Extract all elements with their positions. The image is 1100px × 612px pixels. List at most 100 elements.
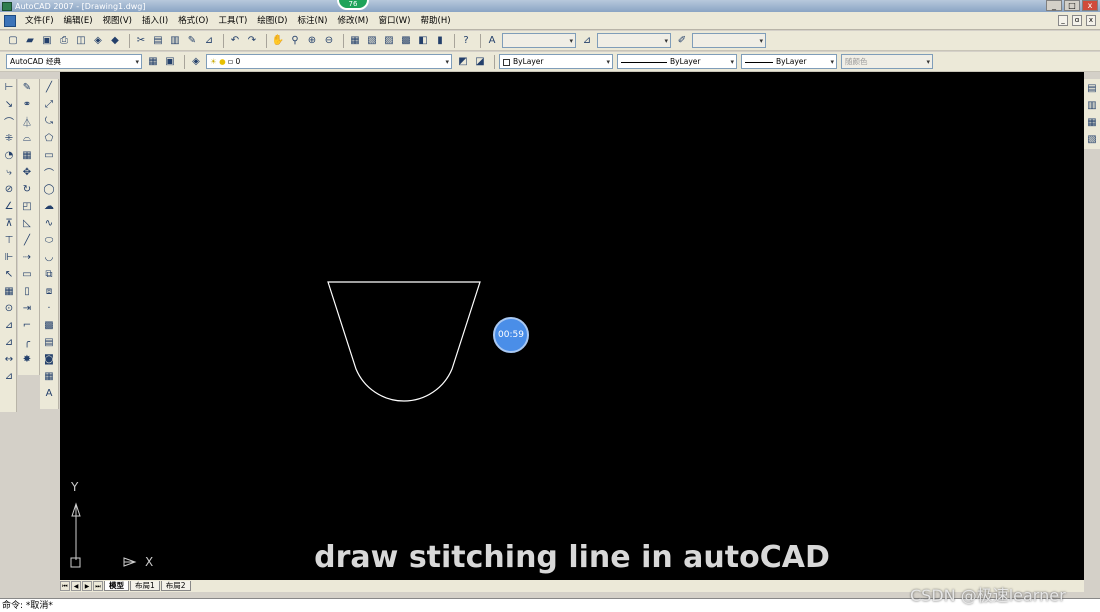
menu-edit[interactable]: 编辑(E): [59, 12, 98, 30]
dim-text-edit-icon[interactable]: ⊿: [2, 335, 16, 350]
linetype-combo[interactable]: ByLayer ▾: [617, 54, 737, 69]
dim-style-combo[interactable]: ▾: [597, 33, 671, 48]
arc-icon[interactable]: ⌒: [42, 165, 56, 180]
rotate-icon[interactable]: ↻: [20, 182, 34, 197]
cut-icon[interactable]: ✂: [134, 34, 148, 48]
zoom-realtime-icon[interactable]: ⚲: [288, 34, 302, 48]
text-style-combo[interactable]: ▾: [502, 33, 576, 48]
hatch-icon[interactable]: ▩: [42, 318, 56, 333]
tool-palettes-icon[interactable]: ▨: [382, 34, 396, 48]
spline-icon[interactable]: ∿: [42, 216, 56, 231]
right-tool-4-icon[interactable]: ▧: [1085, 132, 1099, 146]
baseline-icon[interactable]: ⊤: [2, 233, 16, 248]
stretch-icon[interactable]: ◺: [20, 216, 34, 231]
last-tab-button[interactable]: ⏭: [93, 581, 103, 591]
dim-update-icon[interactable]: ↔: [2, 352, 16, 367]
help-icon[interactable]: ?: [459, 34, 473, 48]
table-style-icon[interactable]: ✐: [675, 34, 689, 48]
dim-style-icon[interactable]: ⊿: [580, 34, 594, 48]
menu-file[interactable]: 文件(F): [20, 12, 59, 30]
menu-format[interactable]: 格式(O): [173, 12, 213, 30]
scale-icon[interactable]: ◰: [20, 199, 34, 214]
menu-dimension[interactable]: 标注(N): [292, 12, 332, 30]
continue-icon[interactable]: ⊩: [2, 250, 16, 265]
save-icon[interactable]: ▣: [40, 34, 54, 48]
layer-previous-icon[interactable]: ◪: [473, 55, 487, 69]
radius-icon[interactable]: ◔: [2, 148, 16, 163]
undo-icon[interactable]: ↶: [228, 34, 242, 48]
join-icon[interactable]: ⇥: [20, 301, 34, 316]
pan-icon[interactable]: ✋: [271, 34, 285, 48]
menu-window[interactable]: 窗口(W): [373, 12, 415, 30]
construction-line-icon[interactable]: ⤢: [42, 97, 56, 112]
prev-tab-button[interactable]: ◀: [71, 581, 81, 591]
tab-layout1[interactable]: 布局1: [130, 581, 160, 591]
line-icon[interactable]: ╱: [42, 80, 56, 95]
menu-insert[interactable]: 插入(I): [137, 12, 173, 30]
extend-icon[interactable]: ⇢: [20, 250, 34, 265]
leader-icon[interactable]: ↖: [2, 267, 16, 282]
mirror-icon[interactable]: ⏃: [20, 114, 34, 129]
redo-icon[interactable]: ↷: [245, 34, 259, 48]
table-icon[interactable]: ▦: [42, 369, 56, 384]
explode-icon[interactable]: ✸: [20, 352, 34, 367]
insert-block-icon[interactable]: ⧉: [42, 267, 56, 282]
multiline-text-icon[interactable]: A: [42, 386, 56, 401]
plotstyle-combo[interactable]: 随颜色 ▾: [841, 54, 933, 69]
zoom-previous-icon[interactable]: ⊖: [322, 34, 336, 48]
tab-model[interactable]: 模型: [104, 581, 129, 591]
3d-publish-icon[interactable]: ◆: [108, 34, 122, 48]
ellipse-arc-icon[interactable]: ◡: [42, 250, 56, 265]
workspace-save-icon[interactable]: ▣: [163, 55, 177, 69]
ordinate-icon[interactable]: ⁜: [2, 131, 16, 146]
copy-icon[interactable]: ▤: [151, 34, 165, 48]
dim-style-tool-icon[interactable]: ⊿: [2, 369, 16, 384]
workspace-settings-icon[interactable]: ▦: [146, 55, 160, 69]
minimize-button[interactable]: _: [1046, 0, 1062, 11]
angular-icon[interactable]: ∠: [2, 199, 16, 214]
fillet-icon[interactable]: ╭: [20, 335, 34, 350]
chamfer-icon[interactable]: ⌐: [20, 318, 34, 333]
menu-help[interactable]: 帮助(H): [416, 12, 456, 30]
diameter-icon[interactable]: ⊘: [2, 182, 16, 197]
jogged-icon[interactable]: ⤷: [2, 165, 16, 180]
dim-edit-icon[interactable]: ⊿: [2, 318, 16, 333]
linear-dim-icon[interactable]: ⊢: [2, 80, 16, 95]
erase-icon[interactable]: ✎: [20, 80, 34, 95]
right-tool-2-icon[interactable]: ▥: [1085, 98, 1099, 112]
offset-icon[interactable]: ⌓: [20, 131, 34, 146]
quick-dim-icon[interactable]: ⊼: [2, 216, 16, 231]
doc-restore-button[interactable]: ɑ: [1072, 15, 1082, 26]
rectangle-icon[interactable]: ▭: [42, 148, 56, 163]
aligned-dim-icon[interactable]: ↘: [2, 97, 16, 112]
polygon-icon[interactable]: ⬠: [42, 131, 56, 146]
copy-object-icon[interactable]: ⚭: [20, 97, 34, 112]
publish-icon[interactable]: ◈: [91, 34, 105, 48]
doc-close-button[interactable]: x: [1086, 15, 1096, 26]
tolerance-icon[interactable]: ▦: [2, 284, 16, 299]
center-mark-icon[interactable]: ⊙: [2, 301, 16, 316]
circle-icon[interactable]: ◯: [42, 182, 56, 197]
open-icon[interactable]: ▰: [23, 34, 37, 48]
close-button[interactable]: x: [1082, 0, 1098, 11]
properties-icon[interactable]: ▦: [348, 34, 362, 48]
plot-preview-icon[interactable]: ◫: [74, 34, 88, 48]
plot-icon[interactable]: ⎙: [57, 34, 71, 48]
menu-view[interactable]: 视图(V): [98, 12, 137, 30]
ellipse-icon[interactable]: ⬭: [42, 233, 56, 248]
menu-draw[interactable]: 绘图(D): [252, 12, 292, 30]
right-tool-1-icon[interactable]: ▤: [1085, 81, 1099, 95]
tab-layout2[interactable]: 布局2: [160, 581, 191, 591]
next-tab-button[interactable]: ▶: [82, 581, 92, 591]
region-icon[interactable]: ◙: [42, 352, 56, 367]
markup-icon[interactable]: ◧: [416, 34, 430, 48]
revision-cloud-icon[interactable]: ☁: [42, 199, 56, 214]
menu-modify[interactable]: 修改(M): [332, 12, 373, 30]
table-style-combo[interactable]: ▾: [692, 33, 766, 48]
text-style-icon[interactable]: A: [485, 34, 499, 48]
make-current-layer-icon[interactable]: ◩: [456, 55, 470, 69]
first-tab-button[interactable]: ⏮: [60, 581, 70, 591]
layer-combo[interactable]: ☀ ● ▫ 0 ▾: [206, 54, 452, 69]
make-block-icon[interactable]: ⧈: [42, 284, 56, 299]
design-center-icon[interactable]: ▧: [365, 34, 379, 48]
